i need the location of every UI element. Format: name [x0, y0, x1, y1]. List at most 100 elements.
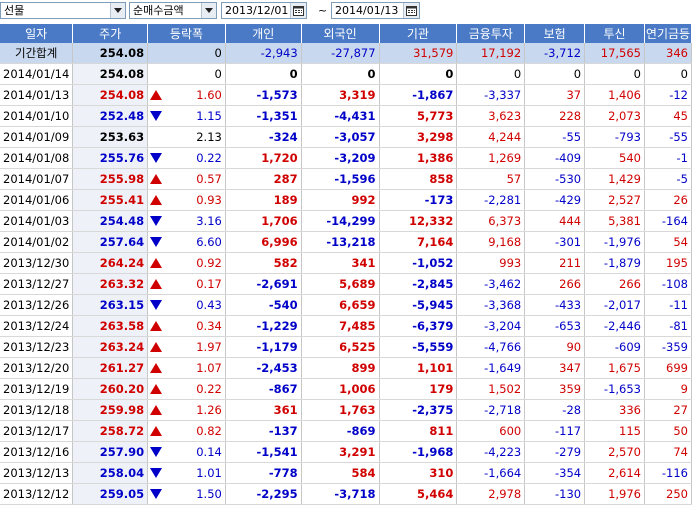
column-header-foreign[interactable]: 외국인 — [301, 24, 380, 43]
row-institution: -2,845 — [379, 273, 458, 295]
row-date: 2013/12/26 — [0, 294, 74, 316]
triangle-up-icon — [150, 195, 163, 205]
table-row[interactable]: 2013/12/13 258.04 1.01 -778 584 310 -1,664 -354… — [0, 462, 692, 484]
row-insurance: 444 — [524, 210, 586, 232]
row-institution: -1,968 — [379, 441, 458, 463]
column-header-insurance[interactable]: 보험 — [524, 24, 586, 43]
row-pension: -164 — [644, 210, 692, 232]
row-individual: -1,573 — [225, 84, 302, 106]
table-row[interactable]: 2013/12/17 258.72 0.82 -137 -869 811 600 -117 11… — [0, 420, 692, 442]
row-foreign: -869 — [301, 420, 380, 442]
table-row[interactable]: 2013/12/16 257.90 0.14 -1,541 3,291 -1,968 -4,… — [0, 441, 692, 463]
row-price: 263.32 — [72, 273, 149, 295]
chevron-down-icon[interactable] — [201, 3, 216, 18]
chevron-down-icon[interactable] — [110, 3, 125, 18]
calendar-icon[interactable] — [403, 3, 419, 18]
row-price: 253.63 — [72, 126, 149, 148]
row-fin-invest: 3,623 — [456, 105, 526, 127]
column-header-pension[interactable]: 연기금등 — [644, 24, 692, 43]
table-row[interactable]: 2013/12/26 263.15 0.43 -540 6,659 -5,945 -3,36… — [0, 294, 692, 316]
end-date-value: 2014/01/13 — [335, 4, 399, 17]
row-price: 254.48 — [72, 210, 149, 232]
table-row[interactable]: 2014/01/14 254.08 0 0 0 0 0 0 0 0 — [0, 63, 692, 85]
table-row[interactable]: 2013/12/12 259.05 1.50 -2,295 -3,718 5,464 2,9… — [0, 483, 692, 505]
row-pension: 27 — [644, 399, 692, 421]
table-row[interactable]: 2013/12/20 261.27 1.07 -2,453 899 1,101 -1,649… — [0, 357, 692, 379]
row-individual: 0 — [225, 63, 302, 85]
table-row[interactable]: 2013/12/30 264.24 0.92 582 341 -1,052 993 211 -1… — [0, 252, 692, 274]
summary-fin-invest: 17,192 — [456, 43, 526, 64]
row-price: 252.48 — [72, 105, 149, 127]
end-date-field[interactable]: 2014/01/13 — [331, 2, 420, 19]
row-foreign: 5,689 — [301, 273, 380, 295]
row-trust: -1,879 — [584, 252, 645, 274]
summary-trust: 17,565 — [584, 43, 645, 64]
row-foreign: -13,218 — [301, 231, 380, 253]
table-row[interactable]: 2014/01/06 255.41 0.93 189 992 -173 -2,281 -429… — [0, 189, 692, 211]
row-pension: -5 — [644, 168, 692, 190]
row-institution: 179 — [379, 378, 458, 400]
column-header-trust[interactable]: 투신 — [584, 24, 645, 43]
row-price: 255.41 — [72, 189, 149, 211]
row-individual: 6,996 — [225, 231, 302, 253]
triangle-up-icon — [150, 342, 163, 352]
metric-select[interactable]: 순매수금액 — [129, 2, 217, 19]
table-row[interactable]: 2013/12/18 259.98 1.26 361 1,763 -2,375 -2,718… — [0, 399, 692, 421]
row-trust: 2,614 — [584, 462, 645, 484]
summary-insurance: -3,712 — [524, 43, 586, 64]
row-pension: 250 — [644, 483, 692, 505]
row-trust: -1,976 — [584, 231, 645, 253]
table-row[interactable]: 2014/01/09 253.63 2.13 -324 -3,057 3,298 4,244… — [0, 126, 692, 148]
calendar-icon[interactable] — [290, 3, 306, 18]
row-date: 2014/01/03 — [0, 210, 74, 232]
triangle-down-icon — [150, 216, 163, 226]
table-row[interactable]: 2013/12/27 263.32 0.17 -2,691 5,689 -2,845 -3,… — [0, 273, 692, 295]
row-trust: 5,381 — [584, 210, 645, 232]
table-row[interactable]: 2014/01/10 252.48 1.15 -1,351 -4,431 5,773 3,6… — [0, 105, 692, 127]
column-header-date[interactable]: 일자 — [0, 24, 74, 43]
row-fin-invest: -4,766 — [456, 336, 526, 358]
row-foreign: 3,291 — [301, 441, 380, 463]
market-select[interactable]: 선물 — [0, 2, 126, 19]
row-insurance: -117 — [524, 420, 586, 442]
table-row[interactable]: 2014/01/13 254.08 1.60 -1,573 3,319 -1,867 -3,… — [0, 84, 692, 106]
row-pension: -55 — [644, 126, 692, 148]
row-trust: -793 — [584, 126, 645, 148]
row-individual: -1,179 — [225, 336, 302, 358]
row-change-cell: 1.26 — [147, 399, 226, 421]
row-pension: 9 — [644, 378, 692, 400]
column-header-institution[interactable]: 기관 — [379, 24, 458, 43]
column-header-price[interactable]: 주가 — [72, 24, 149, 43]
row-pension: -359 — [644, 336, 692, 358]
triangle-up-icon — [150, 174, 163, 184]
table-row[interactable]: 2014/01/02 257.64 6.60 6,996 -13,218 7,164 9,1… — [0, 231, 692, 253]
row-date: 2013/12/18 — [0, 399, 74, 421]
column-header-fin-invest[interactable]: 금융투자 — [456, 24, 526, 43]
row-individual: 361 — [225, 399, 302, 421]
triangle-down-icon — [150, 468, 163, 478]
summary-price: 254.08 — [72, 43, 149, 64]
table-row[interactable]: 2013/12/23 263.24 1.97 -1,179 6,525 -5,559 -4,… — [0, 336, 692, 358]
table-row[interactable]: 2013/12/19 260.20 0.22 -867 1,006 179 1,502 359… — [0, 378, 692, 400]
row-price: 257.90 — [72, 441, 149, 463]
table-row[interactable]: 2014/01/03 254.48 3.16 1,706 -14,299 12,332 6,… — [0, 210, 692, 232]
table-row[interactable]: 2014/01/08 255.76 0.22 1,720 -3,209 1,386 1,26… — [0, 147, 692, 169]
column-header-individual[interactable]: 개인 — [225, 24, 302, 43]
table-row[interactable]: 2014/01/07 255.98 0.57 287 -1,596 858 57 -530 1,… — [0, 168, 692, 190]
row-foreign: -4,431 — [301, 105, 380, 127]
row-trust: 1,675 — [584, 357, 645, 379]
triangle-up-icon — [150, 363, 163, 373]
start-date-field[interactable]: 2013/12/01 — [221, 2, 307, 19]
row-change: 3.16 — [196, 214, 222, 228]
row-fin-invest: 1,269 — [456, 147, 526, 169]
triangle-down-icon — [150, 111, 163, 121]
column-header-change[interactable]: 등락폭 — [147, 24, 226, 43]
row-foreign: -3,209 — [301, 147, 380, 169]
table-row[interactable]: 2013/12/24 263.58 0.34 -1,229 7,485 -6,379 -3,… — [0, 315, 692, 337]
row-pension: 0 — [644, 63, 692, 85]
summary-row[interactable]: 기간합계 254.08 0 -2,943 -27,877 31,579 17,192 -3,7… — [0, 43, 692, 64]
row-change: 0 — [214, 67, 222, 81]
row-fin-invest: 993 — [456, 252, 526, 274]
row-fin-invest: -1,649 — [456, 357, 526, 379]
row-individual: 1,706 — [225, 210, 302, 232]
